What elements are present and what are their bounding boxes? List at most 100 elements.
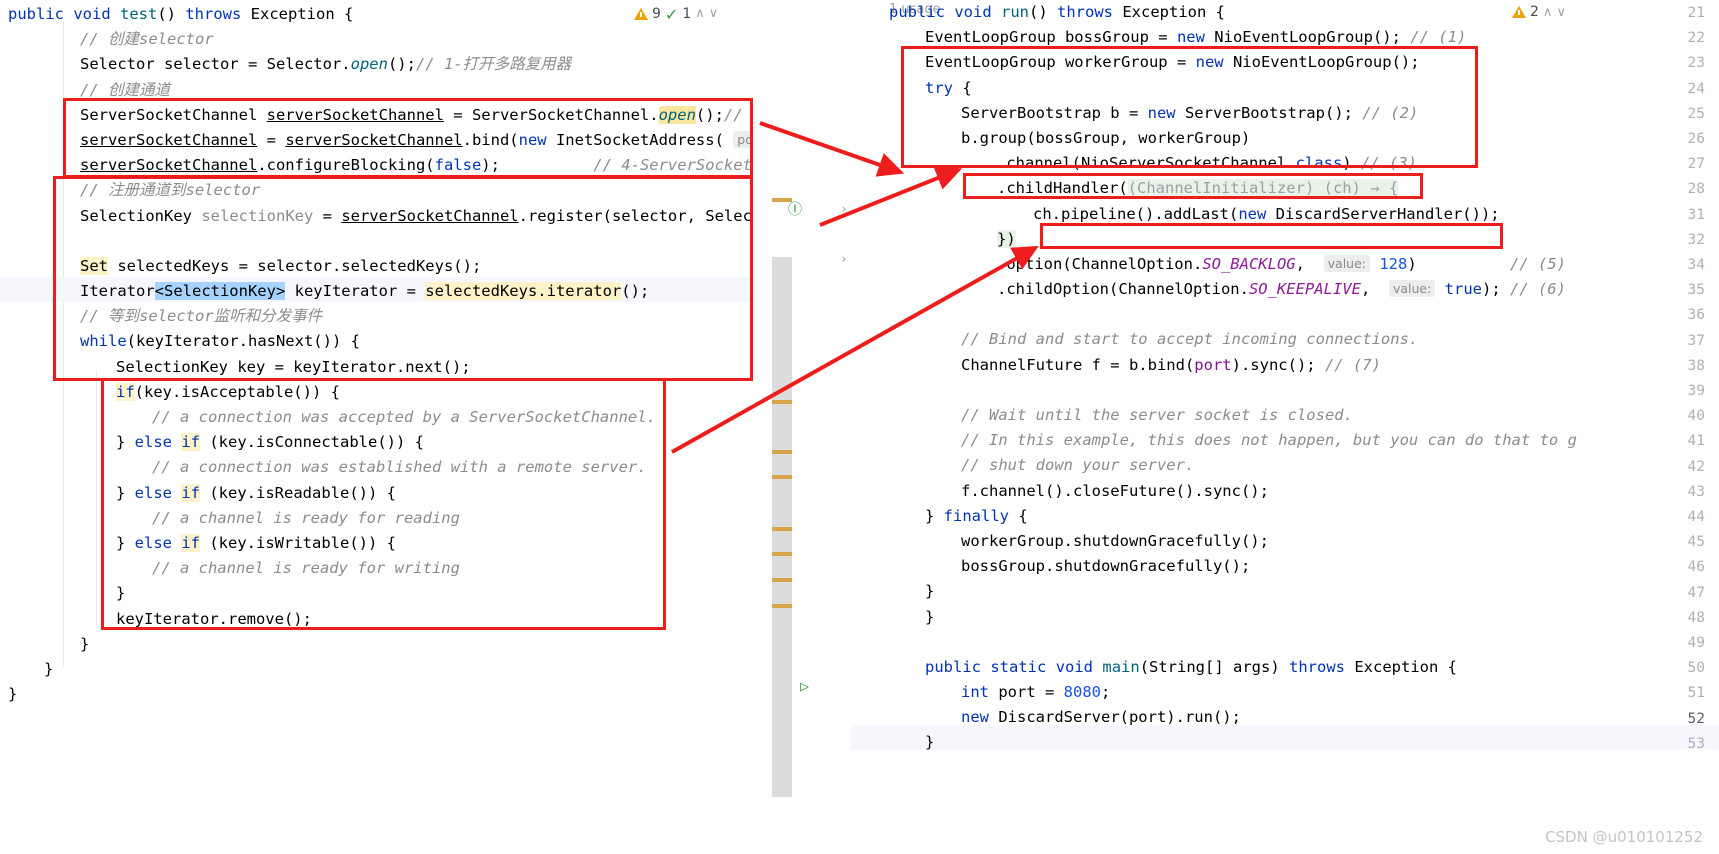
code-line[interactable]	[851, 378, 1577, 403]
code-line[interactable]: public static void main(String[] args) t…	[851, 655, 1577, 680]
left-code-lines[interactable]: public void test() throws Exception {// …	[0, 2, 750, 707]
code-line[interactable]: // a connection was accepted by a Server…	[0, 405, 750, 430]
code-line[interactable]: ch.pipeline().addLast(new DiscardServerH…	[851, 202, 1577, 227]
code-line[interactable]: serverSocketChannel = serverSocketChanne…	[0, 128, 750, 153]
code-line[interactable]: // In this example, this does not happen…	[851, 428, 1577, 453]
line-number: 53	[1687, 735, 1705, 752]
code-line[interactable]: .childOption(ChannelOption.SO_KEEPALIVE,…	[851, 277, 1577, 302]
code-line[interactable]: // a channel is ready for reading	[0, 506, 750, 531]
right-code-lines[interactable]: public void run() throws Exception {Even…	[851, 0, 1577, 756]
code-line[interactable]: ServerBootstrap b = new ServerBootstrap(…	[851, 101, 1577, 126]
chevron-down-icon[interactable]: ∨	[709, 6, 719, 21]
code-line[interactable]: }	[0, 632, 750, 657]
code-line[interactable]: }	[0, 682, 750, 707]
line-number: 21	[1687, 5, 1705, 21]
line-number: 45	[1687, 534, 1705, 551]
code-line[interactable]: // a channel is ready for writing	[0, 556, 750, 581]
line-number: 25	[1687, 105, 1705, 122]
fold-expand-icon[interactable]: ›	[840, 252, 848, 267]
code-line[interactable]: if(key.isAcceptable()) {	[0, 380, 750, 405]
code-line[interactable]: // 创建selector	[0, 27, 750, 52]
inspection-widget-right[interactable]: 2 ∧ ∨	[1512, 4, 1566, 20]
code-line[interactable]: // Wait until the server socket is close…	[851, 403, 1577, 428]
change-marker	[772, 475, 792, 479]
code-line[interactable]: // 注册通道到selector	[0, 178, 750, 203]
code-line[interactable]: SelectionKey key = keyIterator.next();	[0, 355, 750, 380]
code-line[interactable]: Selector selector = Selector.open();// 1…	[0, 52, 750, 77]
code-line[interactable]: // 等到selector监听和分发事件	[0, 304, 750, 329]
line-number: 22	[1687, 30, 1705, 47]
line-number: 49	[1687, 635, 1705, 651]
code-line[interactable]: public void run() throws Exception {	[851, 0, 1577, 25]
line-number: 52	[1687, 710, 1705, 727]
code-line[interactable]: }	[851, 730, 1577, 755]
change-marker	[772, 578, 792, 582]
run-method-icon[interactable]: ▷	[800, 677, 809, 695]
line-number: 36	[1687, 307, 1705, 324]
ok-check-icon: ✓	[664, 5, 679, 24]
code-line[interactable]: new DiscardServer(port).run();	[851, 705, 1577, 730]
code-line[interactable]: }	[0, 581, 750, 606]
line-number: 44	[1687, 509, 1705, 525]
code-line[interactable]	[851, 302, 1577, 327]
line-number: 34	[1687, 257, 1705, 273]
inspection-widget-left[interactable]: 9 ✓ 1 ∧ ∨	[634, 4, 719, 24]
line-number: 27	[1687, 156, 1705, 173]
code-line[interactable]: } finally {	[851, 504, 1577, 529]
code-line[interactable]: .childHandler((ChannelInitializer) (ch) …	[851, 176, 1577, 201]
csdn-watermark: CSDN @u010101252	[1545, 828, 1703, 846]
code-line[interactable]: } else if (key.isConnectable()) {	[0, 430, 750, 455]
chevron-up-icon[interactable]: ∧	[695, 6, 705, 21]
warning-icon	[1512, 6, 1526, 18]
line-number: 28	[1687, 181, 1705, 198]
code-line[interactable]: while(keyIterator.hasNext()) {	[0, 329, 750, 354]
right-editor-pane[interactable]: 1 usage public void run() throws Excepti…	[750, 0, 1719, 854]
code-line[interactable]: }	[851, 605, 1577, 630]
code-line[interactable]: } else if (key.isWritable()) {	[0, 531, 750, 556]
code-line[interactable]: Set selectedKeys = selector.selectedKeys…	[0, 254, 750, 279]
code-line[interactable]: serverSocketChannel.configureBlocking(fa…	[0, 153, 750, 178]
code-line[interactable]: try {	[851, 76, 1577, 101]
code-line[interactable]: EventLoopGroup bossGroup = new NioEventL…	[851, 25, 1577, 50]
code-line[interactable]: .channel(NioServerSocketChannel.class) /…	[851, 151, 1577, 176]
code-line[interactable]: // 创建通道	[0, 78, 750, 103]
code-line[interactable]: keyIterator.remove();	[0, 607, 750, 632]
code-line[interactable]: // a connection was established with a r…	[0, 455, 750, 480]
line-number: 31	[1687, 206, 1705, 223]
code-line[interactable]: SelectionKey selectionKey = serverSocket…	[0, 204, 750, 229]
code-line[interactable]: ChannelFuture f = b.bind(port).sync(); /…	[851, 353, 1577, 378]
chevron-up-icon[interactable]: ∧	[1543, 5, 1553, 20]
line-number: 42	[1687, 458, 1705, 475]
code-line[interactable]: }	[851, 579, 1577, 604]
line-number: 24	[1687, 80, 1705, 97]
code-line[interactable]: // shut down your server.	[851, 453, 1577, 478]
line-number: 48	[1687, 609, 1705, 626]
code-line[interactable]: }	[0, 657, 750, 682]
code-line[interactable]: // Bind and start to accept incoming con…	[851, 327, 1577, 352]
code-line[interactable]: workerGroup.shutdownGracefully();	[851, 529, 1577, 554]
code-line[interactable]: ServerSocketChannel serverSocketChannel …	[0, 103, 750, 128]
line-number: 32	[1687, 231, 1705, 248]
code-line[interactable]	[851, 630, 1577, 655]
line-number: 26	[1687, 131, 1705, 147]
code-line[interactable]: Iterator<SelectionKey> keyIterator = sel…	[0, 279, 750, 304]
code-line[interactable]: } else if (key.isReadable()) {	[0, 481, 750, 506]
implemented-method-icon[interactable]: Ⓘ	[788, 199, 802, 219]
code-line[interactable]: EventLoopGroup workerGroup = new NioEven…	[851, 50, 1577, 75]
fold-expand-icon[interactable]: ›	[840, 202, 848, 217]
change-marker	[772, 400, 792, 404]
change-marker	[772, 552, 792, 556]
code-line[interactable]: f.channel().closeFuture().sync();	[851, 479, 1577, 504]
code-line[interactable]: int port = 8080;	[851, 680, 1577, 705]
line-number-gutter[interactable]	[750, 0, 851, 854]
code-line[interactable]: b.group(bossGroup, workerGroup)	[851, 126, 1577, 151]
change-marker	[772, 604, 792, 608]
code-line[interactable]: })	[851, 227, 1577, 252]
code-line[interactable]	[0, 229, 750, 254]
line-number: 38	[1687, 357, 1705, 374]
code-line[interactable]: bossGroup.shutdownGracefully();	[851, 554, 1577, 579]
left-editor-pane[interactable]: public void test() throws Exception {// …	[0, 0, 750, 854]
code-line[interactable]: .option(ChannelOption.SO_BACKLOG, value:…	[851, 252, 1577, 277]
editor-root: public void test() throws Exception {// …	[0, 0, 1719, 854]
chevron-down-icon[interactable]: ∨	[1556, 5, 1566, 20]
